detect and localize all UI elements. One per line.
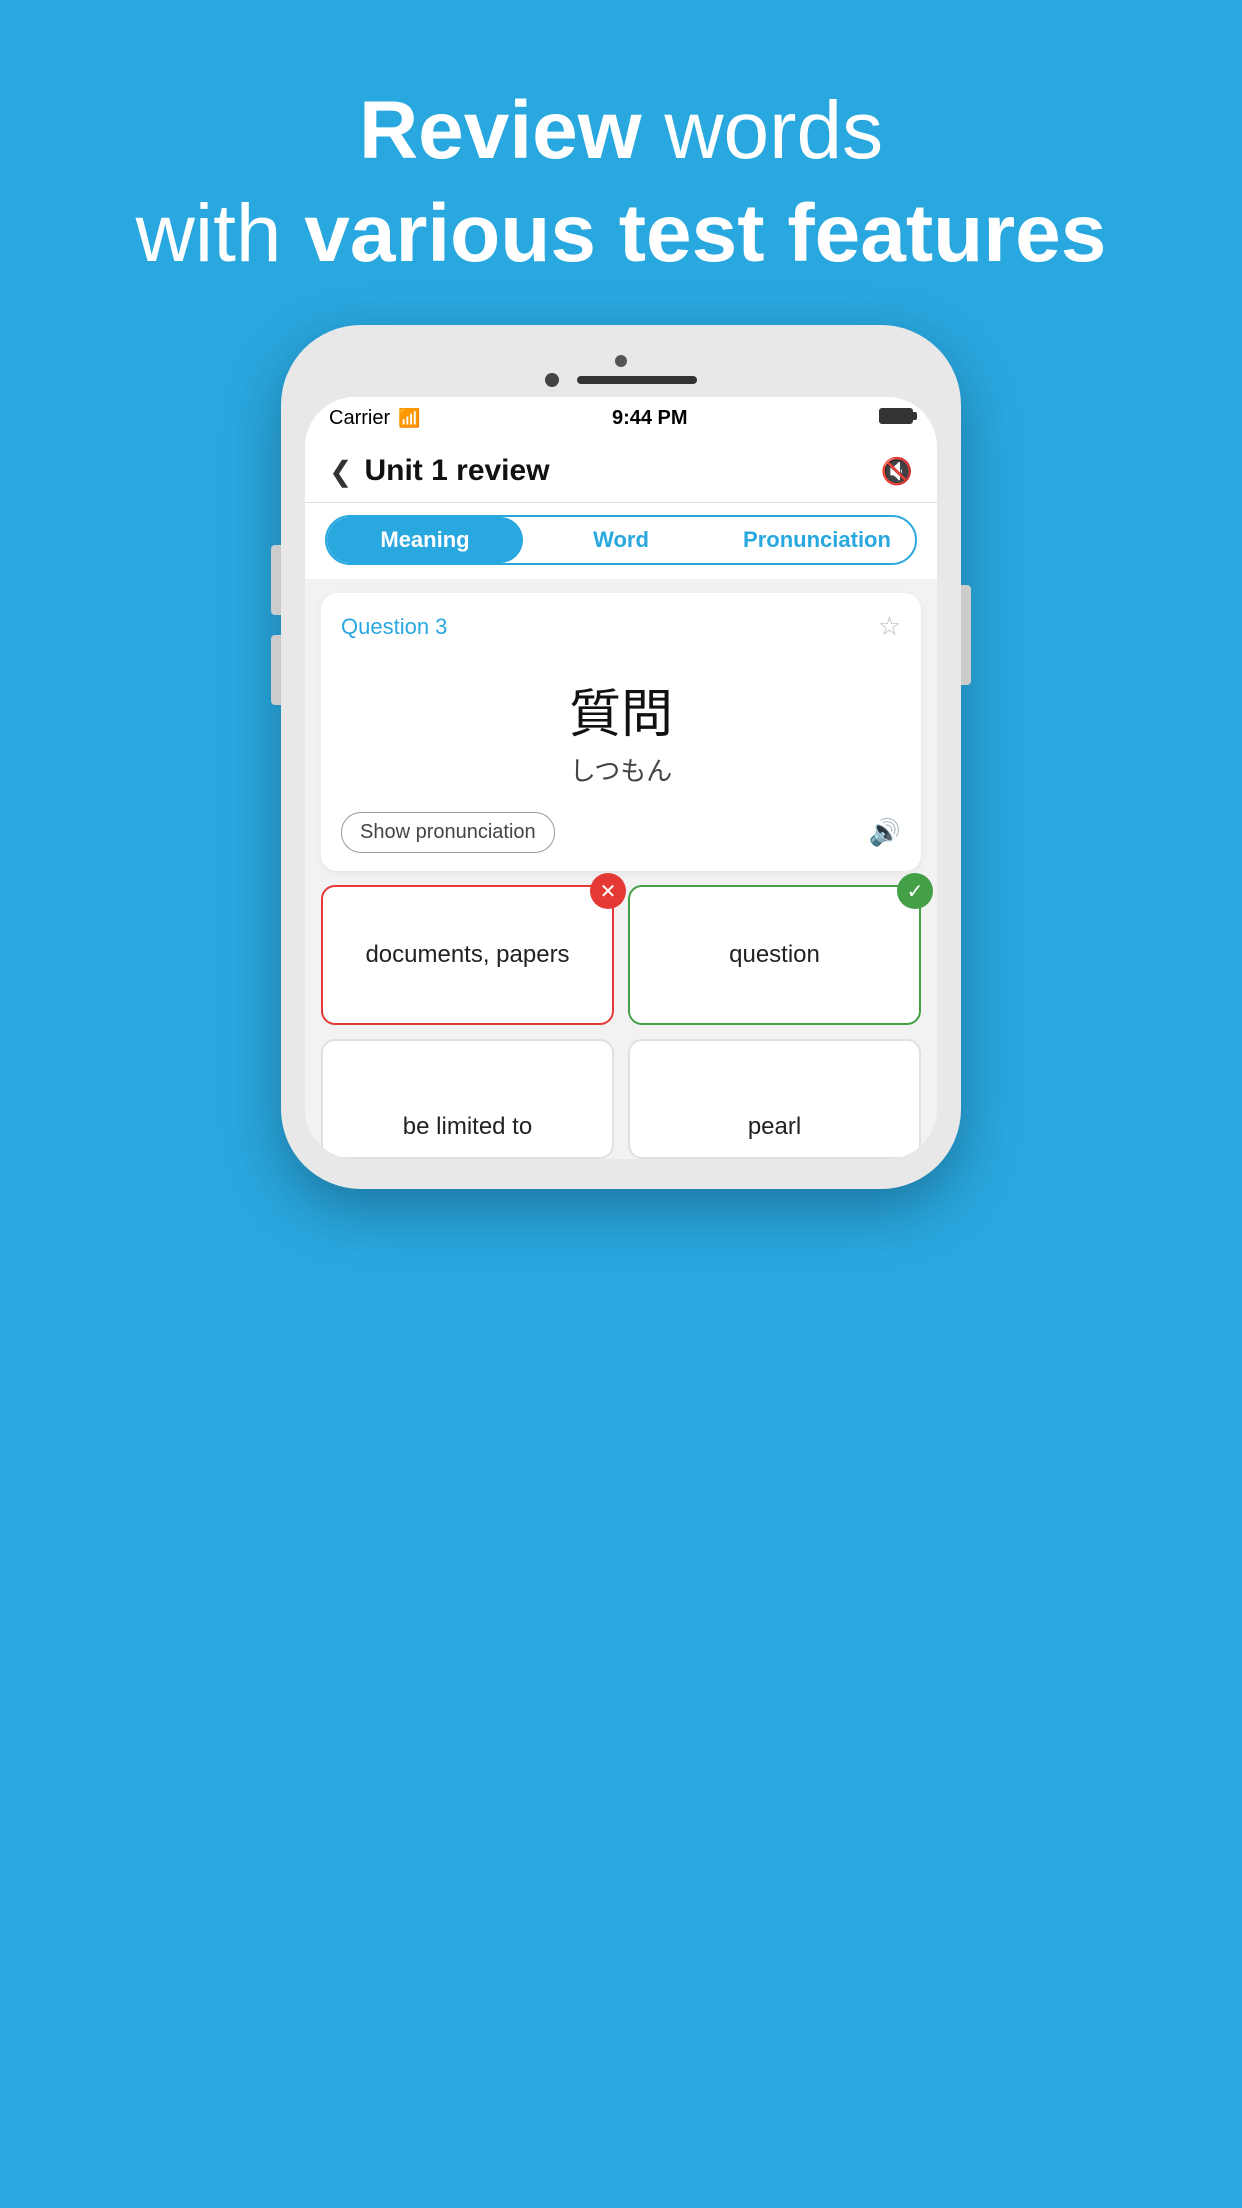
status-left: Carrier 📶 bbox=[329, 407, 421, 430]
front-camera-dot bbox=[615, 355, 627, 367]
star-icon[interactable]: ☆ bbox=[878, 611, 901, 642]
speaker-bar bbox=[577, 376, 697, 384]
correct-badge: ✓ bbox=[897, 873, 933, 909]
wrong-badge: ✕ bbox=[590, 873, 626, 909]
bottom-card-text-limited: be limited to bbox=[403, 1113, 532, 1141]
header-bold-review: Review bbox=[359, 85, 642, 176]
phone-top-bar bbox=[305, 355, 937, 387]
phone-body: Carrier 📶 9:44 PM ❮ Unit 1 review 🔇 Mean… bbox=[281, 325, 961, 1189]
bottom-card-text-pearl: pearl bbox=[748, 1113, 801, 1141]
bottom-cards: be limited to pearl bbox=[321, 1039, 921, 1159]
mute-button[interactable]: 🔇 bbox=[881, 456, 913, 487]
question-card: Question 3 ☆ 質問 しつもん Show pronunciation … bbox=[321, 593, 921, 871]
answer-card-wrong[interactable]: ✕ documents, papers bbox=[321, 885, 614, 1025]
tab-bar: Meaning Word Pronunciation bbox=[305, 503, 937, 579]
answer-card-correct[interactable]: ✓ question bbox=[628, 885, 921, 1025]
battery-icon bbox=[879, 408, 913, 424]
answer-text-wrong: documents, papers bbox=[365, 941, 569, 969]
status-time: 9:44 PM bbox=[612, 407, 688, 430]
tab-pronunciation[interactable]: Pronunciation bbox=[719, 517, 915, 563]
tab-bar-inner: Meaning Word Pronunciation bbox=[325, 515, 917, 565]
bottom-card-limited[interactable]: be limited to bbox=[321, 1039, 614, 1159]
header-words: words bbox=[642, 85, 884, 176]
show-pronunciation-button[interactable]: Show pronunciation bbox=[341, 812, 555, 853]
question-word: 質問 しつもん bbox=[341, 672, 901, 788]
reading-text: しつもん bbox=[341, 751, 901, 788]
volume-down-button bbox=[271, 635, 281, 705]
front-camera bbox=[545, 373, 559, 387]
bottom-card-pearl[interactable]: pearl bbox=[628, 1039, 921, 1159]
question-header: Question 3 ☆ bbox=[341, 611, 901, 642]
phone-screen: Carrier 📶 9:44 PM ❮ Unit 1 review 🔇 Mean… bbox=[305, 397, 937, 1159]
nav-title: Unit 1 review bbox=[364, 454, 880, 488]
tab-word[interactable]: Word bbox=[523, 517, 719, 563]
tab-meaning[interactable]: Meaning bbox=[327, 517, 523, 563]
question-label: Question 3 bbox=[341, 614, 447, 640]
kanji-text: 質問 bbox=[341, 672, 901, 747]
speaker-row bbox=[545, 373, 697, 387]
header-text: Review words with various test features bbox=[0, 0, 1242, 325]
wifi-icon: 📶 bbox=[398, 408, 420, 429]
volume-up-button bbox=[271, 545, 281, 615]
battery-indicator bbox=[879, 407, 913, 430]
phone-mockup: Carrier 📶 9:44 PM ❮ Unit 1 review 🔇 Mean… bbox=[0, 325, 1242, 1189]
answer-text-correct: question bbox=[729, 941, 820, 969]
navigation-bar: ❮ Unit 1 review 🔇 bbox=[305, 440, 937, 503]
header-with: with bbox=[136, 188, 305, 279]
speaker-icon[interactable]: 🔊 bbox=[869, 817, 901, 848]
header-bold-features: various test features bbox=[304, 188, 1106, 279]
carrier-label: Carrier bbox=[329, 407, 390, 430]
power-button bbox=[961, 585, 971, 685]
question-actions: Show pronunciation 🔊 bbox=[341, 812, 901, 853]
status-bar: Carrier 📶 9:44 PM bbox=[305, 397, 937, 440]
answers-grid: ✕ documents, papers ✓ question bbox=[321, 885, 921, 1025]
back-button[interactable]: ❮ bbox=[329, 455, 352, 488]
